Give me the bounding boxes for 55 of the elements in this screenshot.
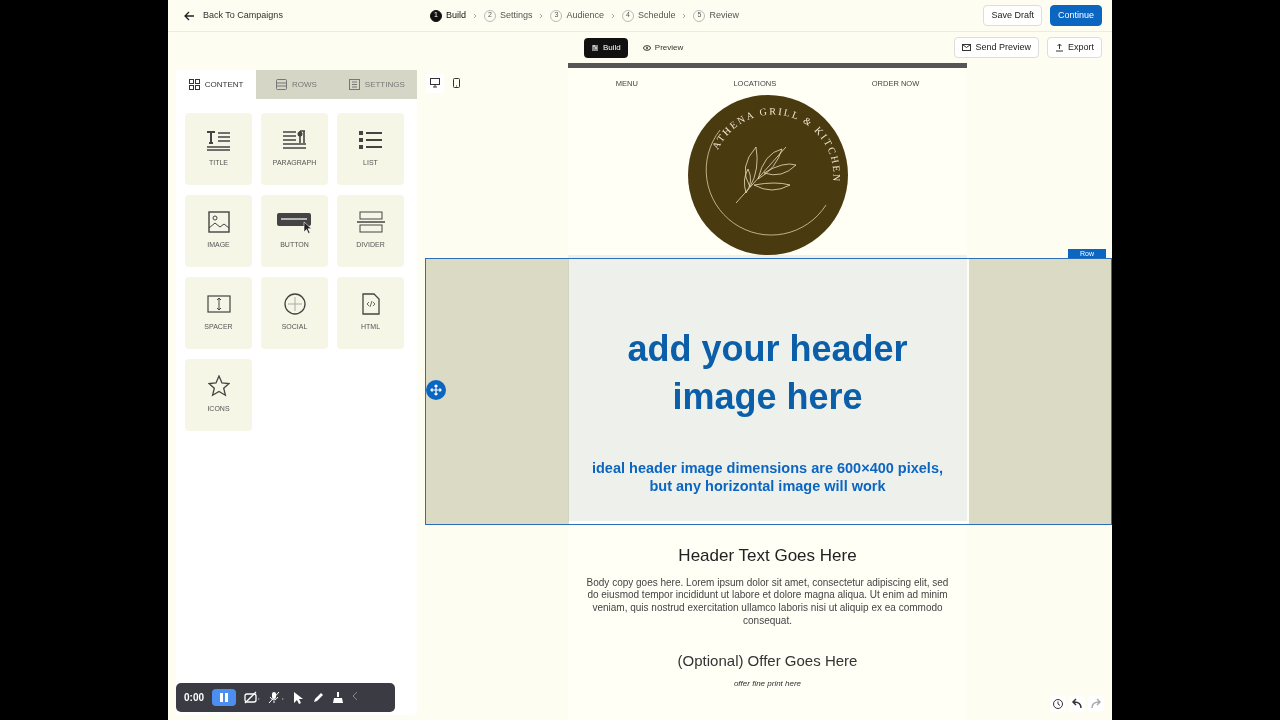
move-handle[interactable] <box>426 380 446 400</box>
cursor-button[interactable] <box>292 691 304 704</box>
camera-off-icon <box>244 691 260 704</box>
row-selection-outline[interactable] <box>425 258 1112 525</box>
chevron-right-icon <box>610 12 615 19</box>
back-link[interactable]: Back To Campaigns <box>184 8 283 23</box>
title-icon <box>205 129 232 153</box>
build-tab[interactable]: Build <box>584 37 628 58</box>
history-button[interactable] <box>1050 696 1066 712</box>
preview-tab[interactable]: Preview <box>635 37 691 58</box>
chevron-right-icon <box>539 12 544 19</box>
eye-icon <box>642 43 651 52</box>
broom-button[interactable] <box>332 691 344 704</box>
settings-icon <box>348 79 360 90</box>
arrow-left-icon <box>184 10 195 21</box>
pause-button[interactable] <box>212 689 236 706</box>
mic-off-icon <box>268 691 284 704</box>
save-draft-button[interactable]: Save Draft <box>983 5 1042 26</box>
redo-icon <box>1090 698 1102 710</box>
plus-circle-icon <box>282 293 307 317</box>
pause-icon <box>220 693 228 702</box>
undo-icon <box>1071 698 1083 710</box>
export-button[interactable]: Export <box>1047 37 1102 58</box>
mail-icon <box>962 43 972 52</box>
timer-text: 0:00 <box>184 691 204 705</box>
continue-button[interactable]: Continue <box>1049 5 1102 26</box>
broom-icon <box>332 691 344 704</box>
mic-off-button[interactable] <box>268 691 284 704</box>
move-icon <box>430 384 442 396</box>
grid-icon <box>188 79 200 90</box>
chevron-right-icon <box>682 12 687 19</box>
star-icon <box>207 375 230 399</box>
camera-off-button[interactable] <box>244 691 260 704</box>
button-with-cursor-icon <box>275 211 314 235</box>
offer-heading: (Optional) Offer Goes Here <box>677 650 858 671</box>
history-icon <box>1052 698 1064 710</box>
pencil-icon <box>312 691 324 704</box>
header-placeholder-title: add your header image here <box>626 327 909 420</box>
image-icon <box>206 211 231 235</box>
upload-icon <box>1055 43 1064 52</box>
monitor-icon <box>430 78 440 88</box>
rows-icon <box>276 79 288 90</box>
cursor-icon <box>292 691 304 704</box>
undo-button[interactable] <box>1069 696 1085 712</box>
sliders-icon <box>591 43 599 52</box>
pencil-button[interactable] <box>312 691 324 704</box>
send-preview-button[interactable]: Send Preview <box>954 37 1039 58</box>
divider-icon <box>355 211 386 235</box>
phone-icon <box>452 78 462 88</box>
email-heading: Header Text Goes Here <box>678 545 857 568</box>
email-body-text: Body copy goes here. Lorem ipsum dolor sit amet, consectetur adipiscing elit, sed do eiusmod tempor incididunt ut labore et dolore magna aliqua. Ut enim ad minim veniam, quis nostrud exercitation ullamco laboris nisi ut aliquip ex ea commodo consequat. <box>585 576 950 628</box>
header-placeholder-note: ideal header image dimensions are 600×400 pixels, but any horizontal image will work <box>591 459 944 496</box>
desktop-view-button[interactable] <box>426 73 444 93</box>
chevron-right-icon <box>472 12 477 19</box>
fine-print-text: offer fine print here <box>733 678 802 691</box>
